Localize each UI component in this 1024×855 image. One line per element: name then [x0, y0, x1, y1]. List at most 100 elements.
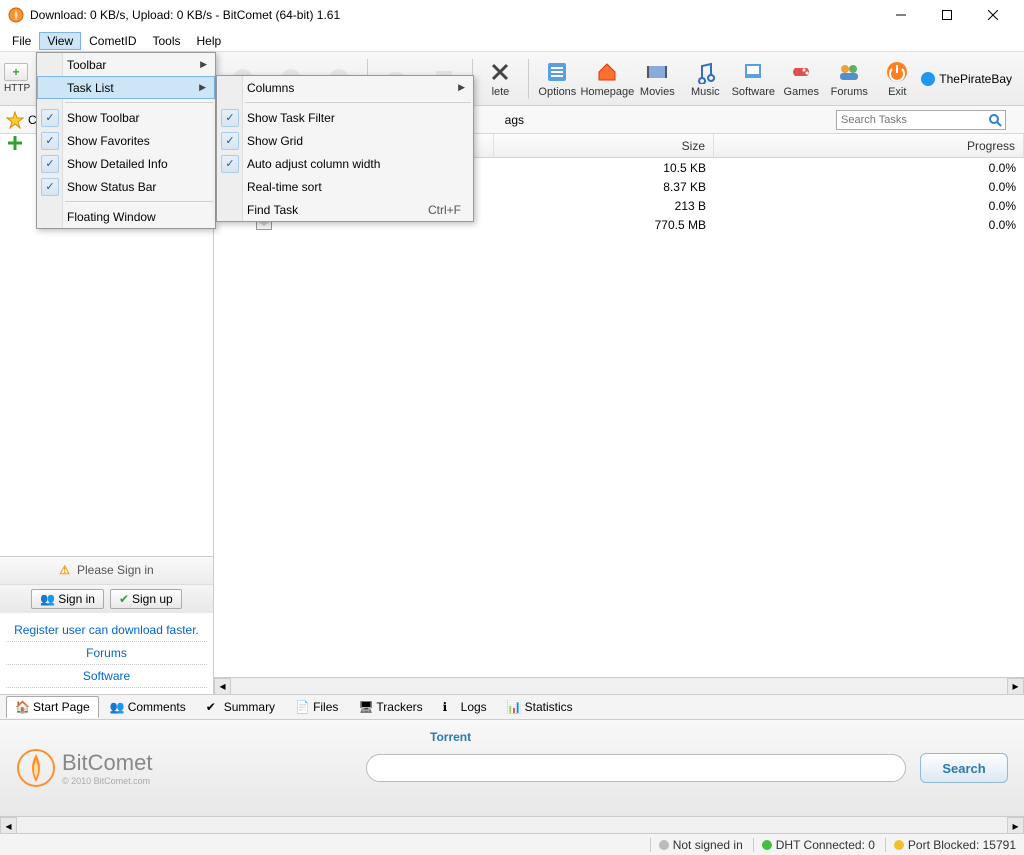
status-bar: Not signed in DHT Connected: 0 Port Bloc… [0, 833, 1024, 855]
tasklist-submenu: Columns▶ ✓Show Task Filter ✓Show Grid ✓A… [216, 75, 474, 222]
menuitem-realtime-sort[interactable]: Real-time sort [217, 175, 473, 198]
menu-help[interactable]: Help [189, 32, 230, 50]
check-icon: ✓ [225, 134, 234, 147]
chart-icon: 📊 [507, 700, 521, 714]
home-icon: 🏠 [15, 700, 29, 714]
menu-tools[interactable]: Tools [144, 32, 188, 50]
register-msg[interactable]: Register user can download faster. [6, 619, 207, 642]
check-icon: ✓ [45, 134, 54, 147]
menuitem-show-grid[interactable]: ✓Show Grid [217, 129, 473, 152]
tab-comments[interactable]: 👥Comments [101, 696, 195, 718]
scroll-left-icon[interactable]: ◂ [0, 817, 17, 834]
menuitem-task-list[interactable]: Task List▶ [37, 76, 215, 99]
info-icon: ℹ [443, 700, 457, 714]
torrent-search-button[interactable]: Search [920, 753, 1008, 783]
chevron-right-icon: ▶ [199, 82, 206, 93]
window-title: Download: 0 KB/s, Upload: 0 KB/s - BitCo… [30, 8, 878, 22]
signup-button[interactable]: ✔Sign up [110, 589, 182, 609]
piratebay-link[interactable]: ThePirateBay [921, 72, 1012, 86]
file-icon: 📄 [295, 700, 309, 714]
menu-file[interactable]: File [4, 32, 39, 50]
tab-logs[interactable]: ℹLogs [434, 696, 496, 718]
tab-trackers[interactable]: 🖥Trackers [349, 696, 431, 718]
auth-buttons: 👥Sign in ✔Sign up [0, 584, 213, 613]
scroll-right-icon[interactable]: ▸ [1007, 678, 1024, 695]
tags-label-partial: ags [505, 113, 524, 127]
add-icon[interactable] [6, 141, 24, 155]
chevron-right-icon: ▶ [458, 82, 465, 93]
please-signin-banner: ⚠ Please Sign in [0, 556, 213, 584]
detail-tabs: 🏠Start Page 👥Comments ✔Summary 📄Files 🖥T… [0, 694, 1024, 720]
menuitem-show-task-filter[interactable]: ✓Show Task Filter [217, 106, 473, 129]
status-signin: Not signed in [650, 838, 743, 852]
status-dht: DHT Connected: 0 [753, 838, 875, 852]
torrent-label: Torrent [430, 730, 471, 744]
menuitem-columns[interactable]: Columns▶ [217, 76, 473, 99]
menuitem-find-task[interactable]: Find TaskCtrl+F [217, 198, 473, 221]
exit-button[interactable]: Exit [873, 54, 921, 104]
music-button[interactable]: Music [681, 54, 729, 104]
green-dot-icon [762, 840, 772, 850]
check-icon: ✔ [119, 592, 129, 606]
search-tasks-box [836, 110, 1006, 130]
minimize-button[interactable] [878, 0, 924, 30]
close-button[interactable] [970, 0, 1016, 30]
yellow-dot-icon [894, 840, 904, 850]
games-button[interactable]: Games [777, 54, 825, 104]
status-port: Port Blocked: 15791 [885, 838, 1016, 852]
star-icon[interactable] [6, 111, 24, 129]
menuitem-toolbar[interactable]: Toolbar▶ [37, 53, 215, 76]
movies-button[interactable]: Movies [633, 54, 681, 104]
bitcomet-logo: BitComet © 2010 BitComet.com [16, 748, 152, 788]
tab-summary[interactable]: ✔Summary [197, 696, 284, 718]
torrent-search-input[interactable] [366, 754, 906, 782]
search-icon[interactable] [988, 113, 1002, 127]
col-progress[interactable]: Progress [714, 134, 1024, 157]
new-http-button[interactable]: + [4, 63, 28, 81]
flame-icon [16, 748, 56, 788]
title-bar: Download: 0 KB/s, Upload: 0 KB/s - BitCo… [0, 0, 1024, 30]
piratebay-icon [921, 72, 935, 86]
homepage-button[interactable]: Homepage [581, 54, 633, 104]
check-icon: ✓ [45, 111, 54, 124]
col-size[interactable]: Size [494, 134, 714, 157]
forums-link[interactable]: Forums [6, 642, 207, 665]
check-icon: ✓ [225, 157, 234, 170]
menuitem-show-statusbar[interactable]: ✓Show Status Bar [37, 175, 215, 198]
maximize-button[interactable] [924, 0, 970, 30]
check-icon: ✓ [45, 157, 54, 170]
view-menu-dropdown: Toolbar▶ Task List▶ ✓Show Toolbar ✓Show … [36, 52, 216, 229]
copyright: © 2010 BitComet.com [62, 776, 152, 786]
tab-statistics[interactable]: 📊Statistics [498, 696, 582, 718]
people-icon: 👥 [110, 700, 124, 714]
check-icon: ✓ [45, 180, 54, 193]
menuitem-auto-adjust[interactable]: ✓Auto adjust column width [217, 152, 473, 175]
forums-button[interactable]: Forums [825, 54, 873, 104]
task-grid-rows: 10.5 KB 0.0% 8.37 KB 0.0% 213 B 0.0% [214, 158, 1024, 677]
software-link[interactable]: Software [6, 665, 207, 688]
signin-button[interactable]: 👥Sign in [31, 589, 104, 609]
options-button[interactable]: Options [533, 54, 581, 104]
server-icon: 🖥 [358, 700, 372, 714]
warning-icon: ⚠ [59, 563, 70, 577]
search-tasks-input[interactable] [836, 110, 1006, 130]
menuitem-floating-window[interactable]: Floating Window [37, 205, 215, 228]
delete-button[interactable]: lete [476, 54, 524, 104]
http-label: HTTP [4, 83, 30, 94]
menu-cometid[interactable]: CometID [81, 32, 144, 50]
brand-name: BitComet [62, 750, 152, 776]
scroll-left-icon[interactable]: ◂ [214, 678, 231, 695]
start-page-panel: BitComet © 2010 BitComet.com Torrent Sea… [0, 720, 1024, 816]
menu-view[interactable]: View [39, 32, 81, 50]
scroll-right-icon[interactable]: ▸ [1007, 817, 1024, 834]
tab-files[interactable]: 📄Files [286, 696, 347, 718]
tab-start-page[interactable]: 🏠Start Page [6, 696, 99, 718]
menuitem-show-detailed[interactable]: ✓Show Detailed Info [37, 152, 215, 175]
task-grid-hscroll[interactable]: ◂ ▸ [214, 677, 1024, 694]
software-button[interactable]: Software [729, 54, 777, 104]
menuitem-show-favorites[interactable]: ✓Show Favorites [37, 129, 215, 152]
start-page-hscroll[interactable]: ◂ ▸ [0, 816, 1024, 833]
person-icon: 👥 [40, 592, 55, 606]
app-icon [8, 7, 24, 23]
menuitem-show-toolbar[interactable]: ✓Show Toolbar [37, 106, 215, 129]
